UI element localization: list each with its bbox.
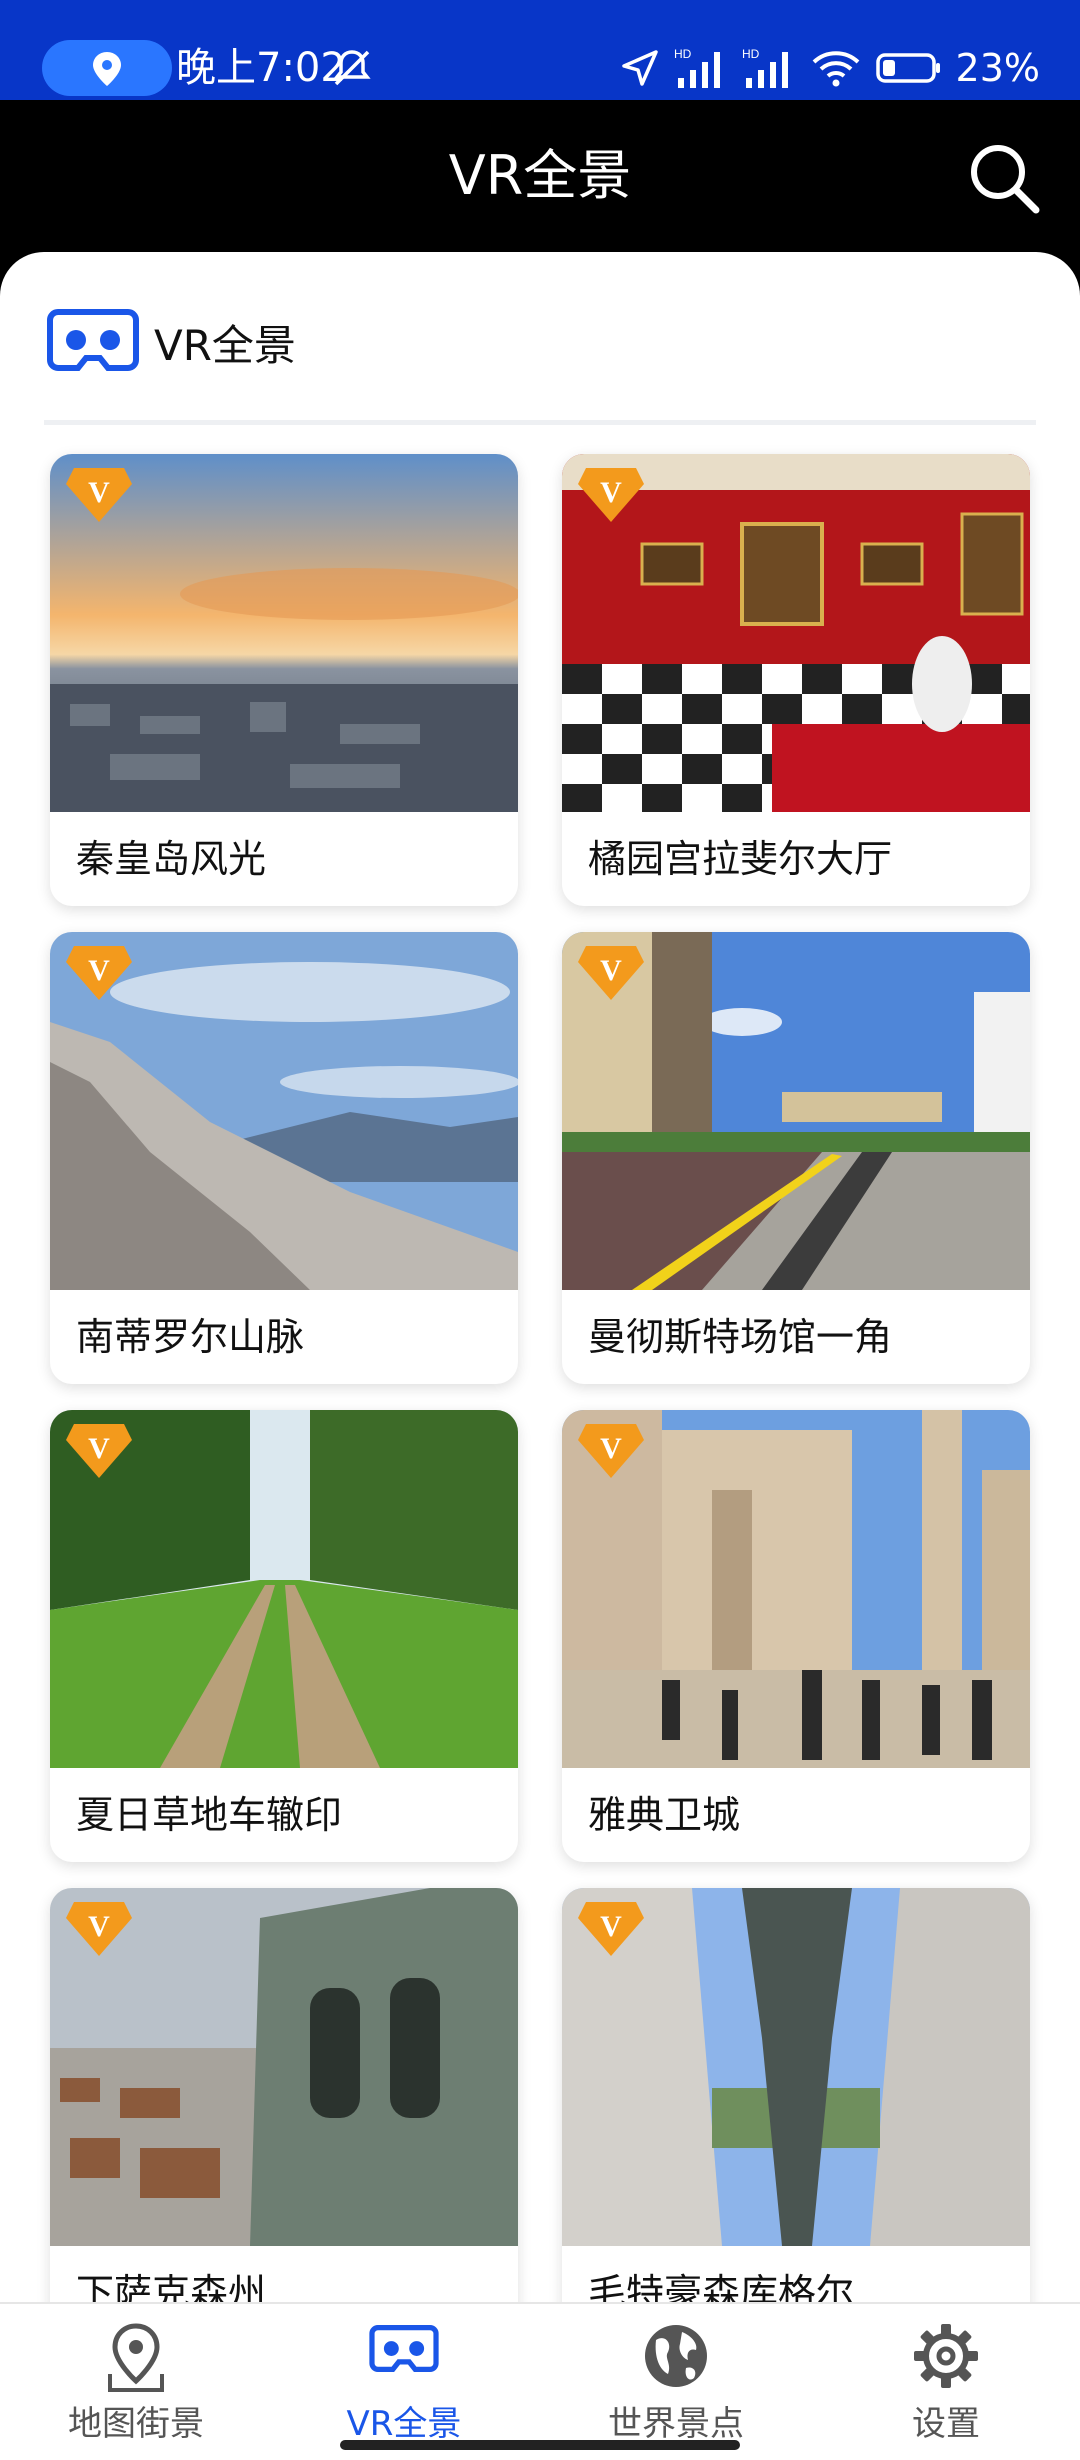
- status-time: 晚上7:02: [176, 45, 346, 91]
- vr-goggles-icon: [47, 309, 139, 371]
- nav-item-settings[interactable]: 设置: [836, 2314, 1056, 2454]
- card-title: 橘园宫拉斐尔大厅: [588, 837, 893, 881]
- page-title: VR全景: [448, 144, 632, 207]
- card-title: 南蒂罗尔山脉: [76, 1315, 305, 1359]
- gear-icon: [914, 2324, 978, 2388]
- nav-item-vr-panorama[interactable]: VR全景: [294, 2314, 514, 2454]
- panorama-card-south-tyrol[interactable]: V 南蒂罗尔山脉: [50, 932, 518, 1384]
- panorama-card-qinhuangdao[interactable]: V 秦皇岛风光: [50, 454, 518, 906]
- card-title: 毛特豪森库格尔: [588, 2271, 855, 2302]
- navigation-arrow-icon: [621, 50, 658, 86]
- nav-label: 设置: [912, 2404, 980, 2444]
- card-title: 秦皇岛风光: [76, 837, 267, 881]
- search-icon: [971, 145, 1040, 214]
- home-indicator[interactable]: [340, 2440, 740, 2450]
- svg-text:V: V: [88, 476, 110, 509]
- wifi-icon: [812, 51, 859, 87]
- mute-icon: [333, 50, 371, 86]
- battery-icon: [875, 53, 940, 83]
- search-button[interactable]: [966, 140, 1042, 216]
- vip-badge-icon: V: [578, 468, 644, 522]
- svg-text:V: V: [600, 1910, 622, 1943]
- location-indicator: [42, 40, 172, 96]
- vip-badge-icon: V: [66, 946, 132, 1000]
- card-title: 夏日草地车辙印: [76, 1793, 343, 1837]
- panorama-card-raphael-hall[interactable]: V 橘园宫拉斐尔大厅: [562, 454, 1030, 906]
- panorama-card-mauthausen[interactable]: V 毛特豪森库格尔: [562, 1888, 1030, 2302]
- svg-text:HD: HD: [674, 47, 692, 61]
- signal-hd-icon-2: HD: [742, 47, 788, 88]
- svg-text:V: V: [88, 1432, 110, 1465]
- panorama-card-lower-saxony[interactable]: V 下萨克森州: [50, 1888, 518, 2302]
- nav-item-map-street-view[interactable]: 地图街景: [26, 2314, 246, 2454]
- map-pin-icon: [108, 2323, 164, 2392]
- vip-badge-icon: V: [578, 1902, 644, 1956]
- panorama-card-acropolis[interactable]: V 雅典卫城: [562, 1410, 1030, 1862]
- svg-text:V: V: [88, 954, 110, 987]
- vip-badge-icon: V: [66, 468, 132, 522]
- card-title: 下萨克森州: [76, 2271, 267, 2302]
- svg-text:HD: HD: [742, 47, 760, 61]
- battery-percent: 23%: [955, 46, 1040, 90]
- status-icons: HD HD 23%: [620, 44, 1040, 92]
- vr-goggles-icon: [369, 2325, 439, 2372]
- svg-text:V: V: [600, 476, 622, 509]
- svg-text:V: V: [88, 1910, 110, 1943]
- panorama-card-manchester[interactable]: V 曼彻斯特场馆一角: [562, 932, 1030, 1384]
- vip-badge-icon: V: [66, 1902, 132, 1956]
- app-header: VR全景: [0, 100, 1080, 252]
- svg-text:V: V: [600, 954, 622, 987]
- panorama-card-summer-meadow[interactable]: V 夏日草地车辙印: [50, 1410, 518, 1862]
- divider: [44, 420, 1036, 425]
- vip-badge-icon: V: [578, 946, 644, 1000]
- bottom-nav: 地图街景 VR全景 世界景点 设置: [0, 2302, 1080, 2460]
- globe-icon: [645, 2325, 707, 2387]
- nav-item-world-attractions[interactable]: 世界景点: [566, 2314, 786, 2454]
- signal-hd-icon: HD: [674, 47, 720, 88]
- vip-badge-icon: V: [578, 1424, 644, 1478]
- svg-text:V: V: [600, 1432, 622, 1465]
- card-title: 曼彻斯特场馆一角: [588, 1315, 893, 1359]
- card-title: 雅典卫城: [588, 1793, 741, 1837]
- vip-badge-icon: V: [66, 1424, 132, 1478]
- section-header: VR全景: [46, 304, 296, 380]
- location-pin-icon: [93, 52, 121, 86]
- section-title: VR全景: [154, 320, 296, 370]
- nav-label: 地图街景: [68, 2404, 204, 2444]
- content-sheet: VR全景 V 秦皇岛风光 V 橘园宫拉斐尔大厅 V 南蒂罗尔山脉 V 曼彻斯特场…: [0, 252, 1080, 2302]
- status-bar: 晚上7:02 HD HD 23%: [0, 0, 1080, 100]
